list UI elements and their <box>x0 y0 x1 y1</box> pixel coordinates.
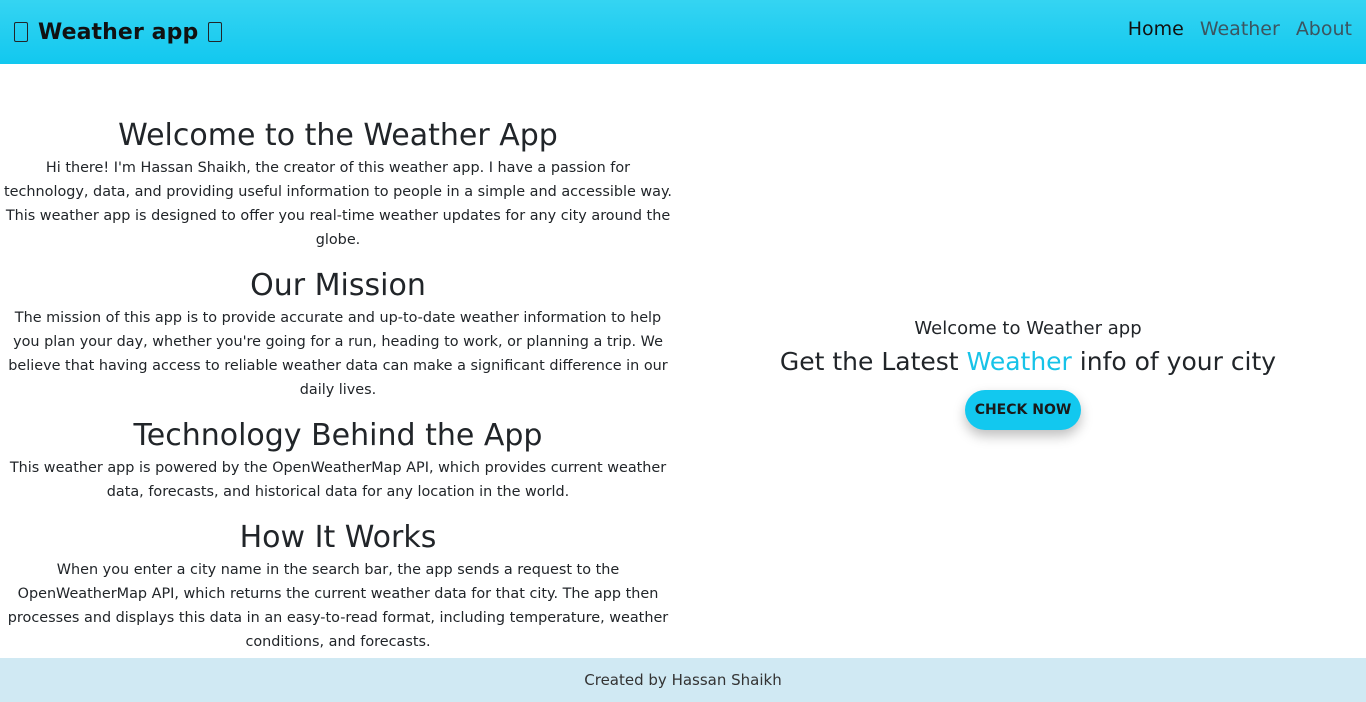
nav-home-link[interactable]: Home <box>1128 18 1184 40</box>
nav-links: Home Weather About <box>1128 18 1352 40</box>
hero-title-before: Get the Latest <box>779 347 967 376</box>
hero-section: Welcome to Weather app Get the Latest We… <box>690 318 1366 430</box>
brand-left-icon <box>14 22 28 42</box>
how-it-works-text: When you enter a city name in the search… <box>7 562 669 650</box>
mission-text: The mission of this app is to provide ac… <box>8 310 668 398</box>
brand-link[interactable]: Weather app <box>14 19 223 45</box>
welcome-text: Hi there! I'm Hassan Shaikh, the creator… <box>4 160 673 248</box>
how-it-works-heading: How It Works <box>239 520 437 555</box>
nav-weather-link[interactable]: Weather <box>1200 18 1280 40</box>
hero-title: Get the Latest Weather info of your city <box>690 347 1366 376</box>
brand-right-icon <box>208 22 223 42</box>
footer: Created by Hassan Shaikh <box>0 658 1366 702</box>
footer-credit: Created by Hassan Shaikh <box>584 671 782 689</box>
hero-welcome-text: Welcome to Weather app <box>914 318 1142 339</box>
welcome-heading: Welcome to the Weather App <box>118 118 558 153</box>
about-section: Welcome to the Weather App Hi there! I'm… <box>0 64 676 670</box>
hero-title-accent: Weather <box>966 347 1072 376</box>
check-now-button[interactable]: CHECK NOW <box>964 390 1082 430</box>
hero-title-after: info of your city <box>1071 347 1277 376</box>
mission-heading: Our Mission <box>250 268 426 303</box>
technology-heading: Technology Behind the App <box>133 418 543 453</box>
technology-text: This weather app is powered by the OpenW… <box>9 460 667 500</box>
nav-about-link[interactable]: About <box>1296 18 1352 40</box>
brand-title: Weather app <box>38 19 199 45</box>
navbar: Weather app Home Weather About <box>0 0 1366 64</box>
